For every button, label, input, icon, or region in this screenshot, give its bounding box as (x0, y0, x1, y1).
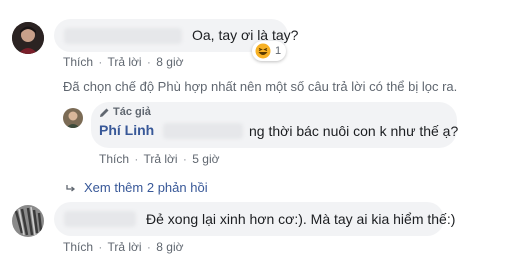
like-button[interactable]: Thích (63, 55, 93, 69)
comment-actions: Thích · Trả lời · 8 giờ (63, 240, 183, 254)
reaction-summary[interactable]: 1 (252, 41, 287, 61)
timestamp-link[interactable]: 8 giờ (156, 55, 183, 69)
timestamp-link[interactable]: 8 giờ (156, 240, 183, 254)
separator: · (98, 55, 103, 69)
separator: · (98, 240, 103, 254)
reply-bubble: Tác giả Phí Linh ng thời bác nuôi con k … (91, 102, 459, 148)
pencil-icon (100, 108, 109, 117)
user-photo-icon (12, 22, 44, 54)
view-more-label: Xem thêm 2 phản hồi (84, 180, 208, 195)
reply-actions: Thích · Trả lời · 5 giờ (99, 152, 219, 166)
comment-bubble: Đẻ xong lại xinh hơn cơ:). Mà tay ai kia… (54, 202, 455, 236)
reaction-count: 1 (275, 45, 282, 57)
like-button[interactable]: Thích (99, 152, 129, 166)
timestamp-link[interactable]: 5 giờ (192, 152, 219, 166)
blurred-commenter-name (64, 211, 136, 227)
blurred-text (163, 123, 243, 139)
haha-emoji-icon (255, 43, 271, 59)
reply-button[interactable]: Trả lời (143, 152, 177, 166)
reply-button[interactable]: Trả lời (107, 55, 141, 69)
commenter-avatar[interactable] (12, 22, 44, 54)
user-photo-icon (12, 205, 44, 237)
like-button[interactable]: Thích (63, 240, 93, 254)
reply-text: ng thời bác nuôi con k như thế ạ? (249, 123, 459, 139)
comment-text: Oa, tay ơi là tay? (192, 27, 299, 43)
separator: · (182, 152, 187, 166)
comment-text: Đẻ xong lại xinh hơn cơ:). Mà tay ai kia… (146, 211, 456, 227)
separator: · (146, 240, 151, 254)
author-badge-label: Tác giả (113, 106, 151, 118)
reply-button[interactable]: Trả lời (107, 240, 141, 254)
author-name[interactable]: Phí Linh (99, 122, 154, 138)
comment-actions: Thích · Trả lời · 8 giờ (63, 55, 183, 69)
author-badge: Tác giả (99, 106, 151, 118)
commenter-avatar[interactable] (12, 205, 44, 237)
author-avatar[interactable] (63, 108, 83, 128)
separator: · (146, 55, 151, 69)
separator: · (134, 152, 139, 166)
view-more-replies[interactable]: Xem thêm 2 phản hồi (66, 180, 208, 195)
user-photo-icon (63, 108, 83, 128)
blurred-commenter-name (64, 28, 182, 44)
filter-notice: Đã chọn chế độ Phù hợp nhất nên một số c… (63, 79, 458, 94)
reply-arrow-icon (66, 184, 76, 192)
